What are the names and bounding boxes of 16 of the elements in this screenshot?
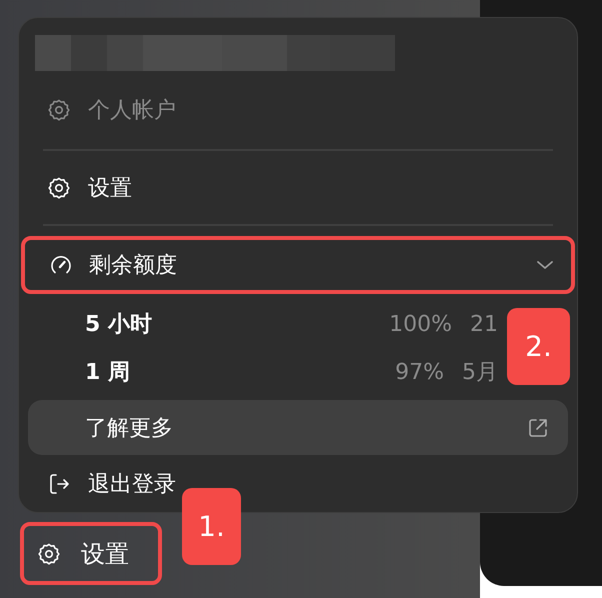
reset-time: 21 [470,312,498,336]
usage-menu-item[interactable]: 剩余额度 [21,236,575,294]
settings-icon [47,98,71,122]
limit-label: 1 周 [85,359,131,387]
callout-badge: 1. [182,488,241,565]
settings-menu-item[interactable]: 设置 [25,163,571,213]
settings-icon [47,176,71,200]
learn-more-item[interactable]: 了解更多 [28,400,568,455]
callout-badge: 2. [507,308,570,385]
settings-button[interactable]: 设置 [20,522,162,585]
reset-time: 5月 [462,359,498,387]
settings-icon [37,542,61,566]
limit-label: 5 小时 [85,311,153,339]
usage-percent: 100% [389,312,452,336]
usage-percent: 97% [395,360,444,384]
logout-icon [47,472,71,496]
